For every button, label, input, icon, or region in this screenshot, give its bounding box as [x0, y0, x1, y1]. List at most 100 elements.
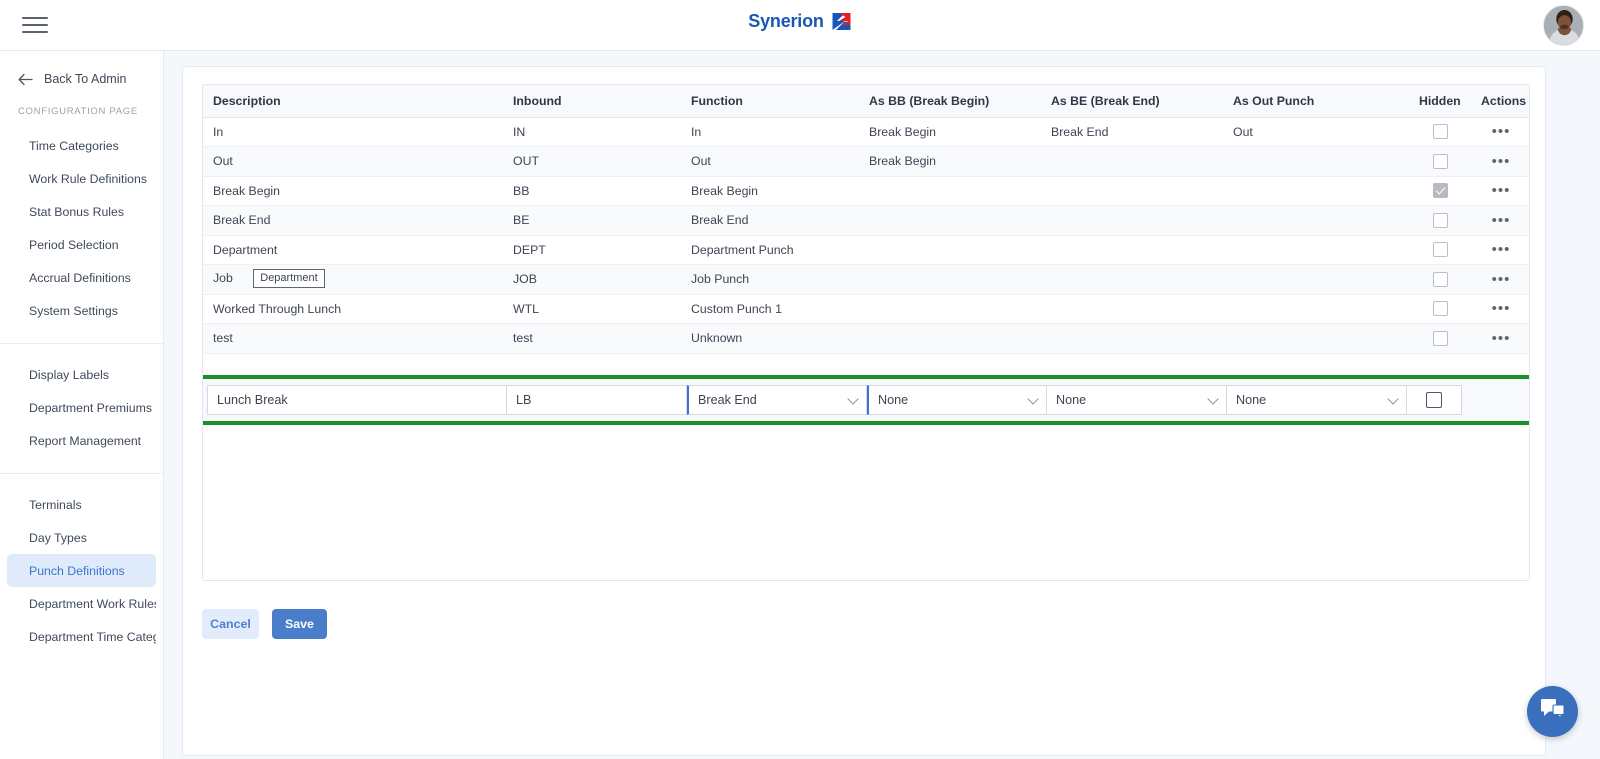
sidebar: Back To Admin CONFIGURATION PAGE Time Ca… [0, 51, 164, 759]
cell-as-out [1223, 235, 1409, 265]
ellipsis-icon[interactable]: ••• [1492, 242, 1511, 257]
cancel-button[interactable]: Cancel [202, 609, 259, 639]
cell-text: Out [213, 154, 233, 169]
user-avatar[interactable] [1543, 5, 1584, 46]
table-row[interactable]: Job Department JOB Job Punch ••• [203, 264, 1529, 295]
cell-description: Worked Through Lunch [203, 294, 503, 324]
sidebar-section-title: CONFIGURATION PAGE [18, 106, 138, 117]
arrow-left-icon [18, 73, 33, 86]
sidebar-item-report-management[interactable]: Report Management [7, 424, 156, 457]
table-row[interactable]: Out OUT Out Break Begin ••• [203, 146, 1529, 177]
cell-inbound: IN [503, 117, 681, 147]
cell-inbound: JOB [503, 264, 681, 295]
cell-actions: ••• [1471, 146, 1529, 177]
sidebar-item-label: Terminals [29, 497, 82, 512]
cell-function: Job Punch [681, 264, 859, 295]
cell-as-bb [859, 323, 1041, 354]
table-row[interactable]: Break End BE Break End ••• [203, 205, 1529, 236]
form-actions: Cancel Save [202, 609, 1526, 639]
cell-hidden [1409, 176, 1471, 206]
sidebar-item-department-premiums[interactable]: Department Premiums [7, 391, 156, 424]
ellipsis-icon[interactable]: ••• [1492, 272, 1511, 287]
column-header-description[interactable]: Description [203, 85, 503, 118]
inbound-input[interactable] [507, 385, 687, 415]
cell-as-be [1041, 205, 1223, 236]
column-header-inbound[interactable]: Inbound [503, 85, 681, 118]
sidebar-item-label: Department Premiums [29, 400, 153, 415]
hidden-checkbox[interactable] [1432, 124, 1448, 140]
sidebar-item-system-settings[interactable]: System Settings [7, 294, 156, 327]
back-to-admin-link[interactable]: Back To Admin [18, 72, 163, 86]
table-row[interactable]: Department DEPT Department Punch ••• [203, 235, 1529, 265]
description-input[interactable] [207, 385, 507, 415]
cell-as-be [1041, 323, 1223, 354]
chat-button[interactable] [1527, 686, 1578, 737]
table-header-row: Description Inbound Function As BB (Brea… [203, 85, 1529, 118]
hidden-checkbox[interactable] [1426, 392, 1442, 408]
column-header-hidden[interactable]: Hidden [1409, 85, 1471, 118]
ellipsis-icon[interactable]: ••• [1492, 154, 1511, 169]
cell-as-out [1223, 294, 1409, 324]
cell-function: Custom Punch 1 [681, 294, 859, 324]
punch-definition-edit-row: Break End None None None [203, 375, 1529, 425]
table-row[interactable]: Break Begin BB Break Begin ••• [203, 176, 1529, 206]
chat-bubble-icon [1540, 698, 1565, 726]
cell-text: Break Begin [213, 183, 280, 198]
table-row[interactable]: In IN In Break Begin Break End Out ••• [203, 117, 1529, 147]
main-content: Description Inbound Function As BB (Brea… [164, 51, 1600, 759]
cell-function: Out [681, 146, 859, 177]
sidebar-group-labels: Display Labels Department Premiums Repor… [0, 343, 163, 457]
sidebar-item-department-work-rules-filter[interactable]: Department Work Rules Filt... [7, 587, 156, 620]
save-button[interactable]: Save [272, 609, 327, 639]
hidden-checkbox[interactable] [1432, 212, 1448, 228]
table-header: Description Inbound Function As BB (Brea… [203, 85, 1529, 118]
sidebar-item-punch-definitions[interactable]: Punch Definitions [7, 554, 156, 587]
ellipsis-icon[interactable]: ••• [1492, 331, 1511, 346]
back-to-admin-label: Back To Admin [44, 72, 127, 86]
cell-actions: ••• [1471, 264, 1529, 295]
as-bb-select[interactable]: None [867, 385, 1047, 415]
hidden-checkbox[interactable] [1432, 183, 1448, 199]
cell-text: Break End [213, 213, 271, 228]
sidebar-item-department-time-category[interactable]: Department Time Category ... [7, 620, 156, 653]
sidebar-item-period-selection[interactable]: Period Selection [7, 228, 156, 261]
hidden-checkbox[interactable] [1432, 330, 1448, 346]
function-select[interactable]: Break End [687, 385, 867, 415]
column-header-as-be[interactable]: As BE (Break End) [1041, 85, 1223, 118]
cell-actions: ••• [1471, 117, 1529, 147]
column-header-actions[interactable]: Actions [1471, 85, 1529, 118]
ellipsis-icon[interactable]: ••• [1492, 124, 1511, 139]
ellipsis-icon[interactable]: ••• [1492, 183, 1511, 198]
cell-text: Job [213, 270, 233, 285]
ellipsis-icon[interactable]: ••• [1492, 301, 1511, 316]
cell-hidden [1409, 235, 1471, 265]
sidebar-item-work-rule-definitions[interactable]: Work Rule Definitions [7, 162, 156, 195]
cell-as-bb: Break Begin [859, 117, 1041, 147]
table-row[interactable]: test test Unknown ••• [203, 323, 1529, 354]
sidebar-item-label: Time Categories [29, 138, 119, 153]
cell-as-bb [859, 205, 1041, 236]
hidden-checkbox[interactable] [1432, 271, 1448, 287]
sidebar-item-accrual-definitions[interactable]: Accrual Definitions [7, 261, 156, 294]
hidden-checkbox[interactable] [1432, 301, 1448, 317]
chevron-down-icon [1387, 393, 1399, 405]
sidebar-item-stat-bonus-rules[interactable]: Stat Bonus Rules [7, 195, 156, 228]
hidden-checkbox[interactable] [1432, 153, 1448, 169]
sidebar-item-terminals[interactable]: Terminals [7, 488, 156, 521]
sidebar-item-day-types[interactable]: Day Types [7, 521, 156, 554]
brand-name: Synerion [748, 11, 824, 31]
sidebar-item-label: Period Selection [29, 237, 119, 252]
hidden-checkbox[interactable] [1432, 242, 1448, 258]
sidebar-item-time-categories[interactable]: Time Categories [7, 129, 156, 162]
sidebar-item-label: Display Labels [29, 367, 109, 382]
sidebar-item-display-labels[interactable]: Display Labels [7, 358, 156, 391]
table-row[interactable]: Worked Through Lunch WTL Custom Punch 1 … [203, 294, 1529, 324]
ellipsis-icon[interactable]: ••• [1492, 213, 1511, 228]
as-out-punch-select[interactable]: None [1227, 385, 1407, 415]
as-be-select[interactable]: None [1047, 385, 1227, 415]
column-header-as-bb[interactable]: As BB (Break Begin) [859, 85, 1041, 118]
column-header-as-out-punch[interactable]: As Out Punch [1223, 85, 1409, 118]
cell-text: Department [213, 242, 278, 257]
cell-text: In [213, 124, 224, 139]
column-header-function[interactable]: Function [681, 85, 859, 118]
